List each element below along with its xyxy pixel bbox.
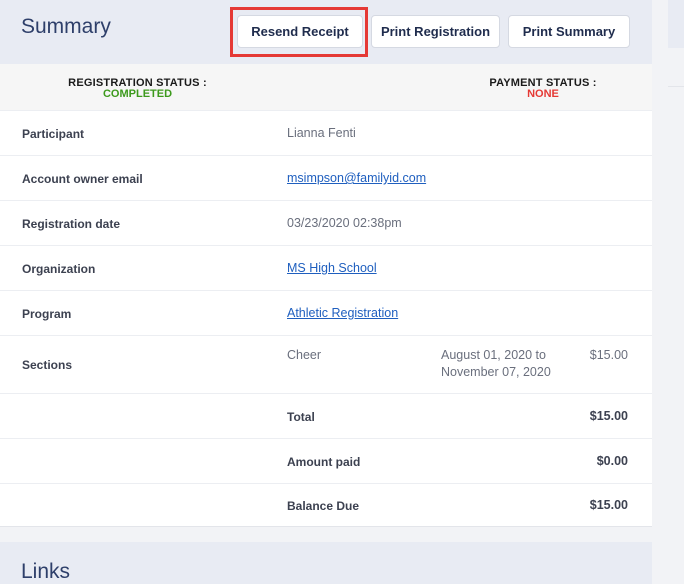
participant-label: Participant <box>22 127 85 141</box>
sections-row: Sections Cheer August 01, 2020 to Novemb… <box>0 335 652 393</box>
registration-date-row: Registration date 03/23/2020 02:38pm <box>0 200 652 245</box>
sections-label: Sections <box>22 358 73 372</box>
registration-status: REGISTRATION STATUS : COMPLETED <box>60 78 215 100</box>
balance-due-label: Balance Due <box>287 499 360 513</box>
print-registration-button[interactable]: Print Registration <box>371 15 500 48</box>
balance-due-row: Balance Due $15.00 <box>0 483 652 527</box>
payment-status-value: NONE <box>527 88 559 100</box>
registration-date-label: Registration date <box>22 217 121 231</box>
side-panel-header <box>668 0 684 48</box>
balance-due-value: $15.00 <box>589 498 628 512</box>
summary-title: Summary <box>21 15 111 38</box>
links-card: Links <box>0 542 652 584</box>
section-amount: $15.00 <box>589 348 628 362</box>
payment-status: PAYMENT STATUS : NONE <box>478 78 608 100</box>
program-label: Program <box>22 307 72 321</box>
participant-value: Lianna Fenti <box>287 126 356 140</box>
section-dates-end: November 07, 2020 <box>441 365 551 379</box>
program-link[interactable]: Athletic Registration <box>287 306 398 320</box>
summary-card: Summary Resend Receipt Print Registratio… <box>0 0 652 527</box>
registration-date-value: 03/23/2020 02:38pm <box>287 216 402 230</box>
amount-paid-row: Amount paid $0.00 <box>0 438 652 483</box>
amount-paid-label: Amount paid <box>287 455 361 469</box>
organization-row: Organization MS High School <box>0 245 652 290</box>
total-value: $15.00 <box>589 409 628 423</box>
print-summary-button[interactable]: Print Summary <box>508 15 630 48</box>
resend-receipt-button[interactable]: Resend Receipt <box>237 15 363 48</box>
program-row: Program Athletic Registration <box>0 290 652 335</box>
participant-row: Participant Lianna Fenti <box>0 110 652 155</box>
registration-status-value: COMPLETED <box>102 88 173 100</box>
section-dates: August 01, 2020 to November 07, 2020 <box>441 347 551 381</box>
side-panel-divider <box>668 86 684 87</box>
organization-label: Organization <box>22 262 96 276</box>
links-title: Links <box>21 560 71 583</box>
total-row: Total $15.00 <box>0 393 652 438</box>
section-dates-start: August 01, 2020 to <box>441 348 546 362</box>
account-email-label: Account owner email <box>22 172 143 186</box>
organization-link[interactable]: MS High School <box>287 261 377 275</box>
account-email-link[interactable]: msimpson@familyid.com <box>287 171 426 185</box>
amount-paid-value: $0.00 <box>596 454 628 468</box>
status-bar: REGISTRATION STATUS : COMPLETED PAYMENT … <box>0 64 652 110</box>
total-label: Total <box>287 410 315 424</box>
section-name: Cheer <box>287 348 322 362</box>
summary-header: Summary Resend Receipt Print Registratio… <box>0 0 652 64</box>
account-email-row: Account owner email msimpson@familyid.co… <box>0 155 652 200</box>
